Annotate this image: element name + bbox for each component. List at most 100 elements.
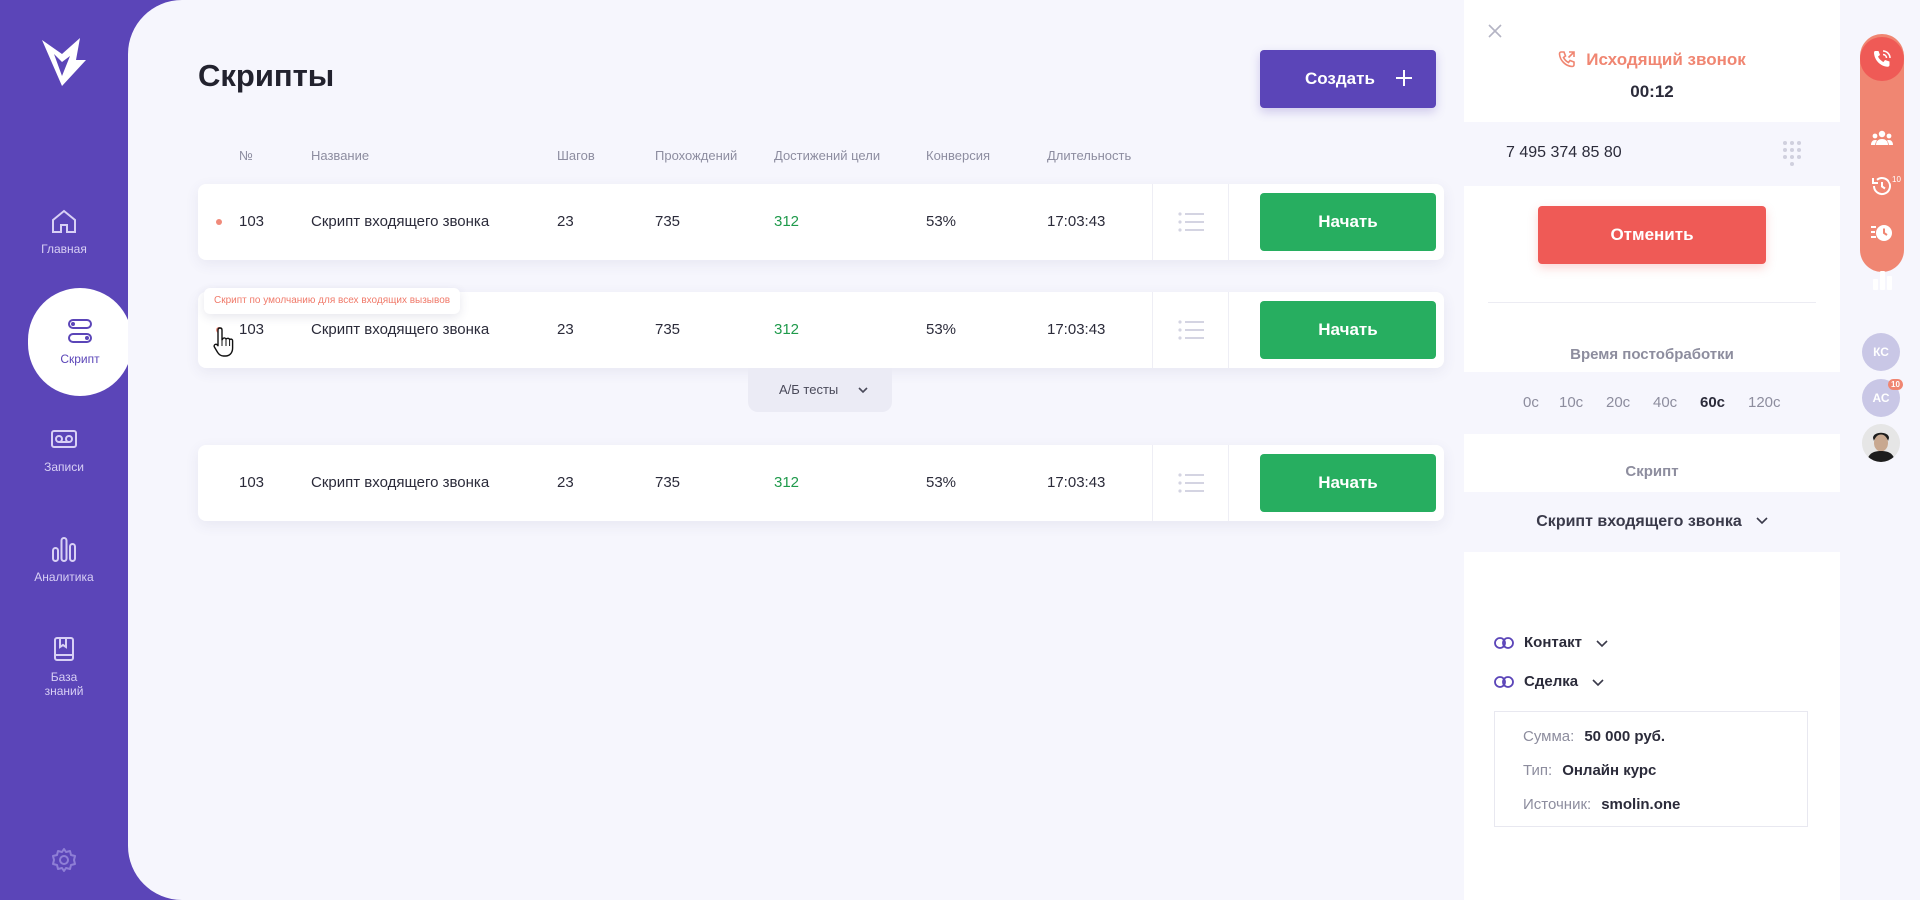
ab-tests-toggle[interactable]: А/Б тесты	[748, 368, 892, 412]
sidebar-item-label: Записи	[44, 460, 84, 474]
avatar-badge: 10	[1888, 379, 1903, 390]
timer-icon[interactable]	[1870, 220, 1894, 244]
column-header-name: Название	[311, 148, 370, 163]
list-menu-icon[interactable]	[1178, 211, 1204, 233]
chevron-down-icon	[1596, 639, 1608, 647]
fox-logo-icon[interactable]	[40, 36, 88, 88]
deal-type: Тип: Онлайн курс	[1523, 762, 1656, 779]
create-button[interactable]: Создать	[1260, 50, 1436, 108]
dialpad-icon[interactable]	[1782, 140, 1802, 168]
plus-icon	[1396, 70, 1412, 86]
deal-sum: Сумма: 50 000 руб.	[1523, 728, 1665, 745]
row-divider	[1228, 445, 1229, 521]
column-header-steps: Шагов	[557, 148, 595, 163]
row-name: Скрипт входящего звонка	[311, 474, 490, 491]
create-button-label: Создать	[1305, 69, 1375, 88]
postwork-option[interactable]: 120с	[1748, 394, 1781, 411]
sidebar-item-home[interactable]: Главная	[30, 206, 98, 256]
row-conversion: 53%	[926, 474, 957, 491]
deal-source: Источник: smolin.one	[1523, 796, 1680, 813]
start-button[interactable]: Начать	[1260, 454, 1436, 512]
postwork-options: 0с 10с 20с 40с 60с 120с	[1464, 372, 1840, 434]
script-select[interactable]: Скрипт входящего звонка	[1464, 492, 1840, 552]
script-title: Скрипт	[1625, 463, 1679, 480]
row-divider	[1152, 184, 1153, 260]
column-header-goals: Достижений цели	[774, 148, 881, 163]
deal-type-key: Тип:	[1523, 762, 1553, 779]
deal-type-value: Онлайн курс	[1562, 762, 1657, 779]
hand-cursor-icon	[213, 327, 234, 357]
row-steps: 23	[557, 213, 574, 230]
chevron-down-icon	[1592, 678, 1604, 686]
start-button[interactable]: Начать	[1260, 193, 1436, 251]
row-goals: 312	[774, 213, 800, 230]
deal-sum-value: 50 000 руб.	[1584, 728, 1666, 745]
sidebar-item-records[interactable]: Записи	[30, 424, 98, 474]
avatar[interactable]: КС	[1862, 333, 1900, 371]
default-script-dot[interactable]	[216, 219, 222, 225]
script-icon	[68, 319, 92, 343]
row-passes: 735	[655, 213, 681, 230]
row-divider	[1152, 445, 1153, 521]
postwork-option[interactable]: 40с	[1653, 394, 1677, 411]
call-title: Исходящий звонок	[1586, 50, 1746, 69]
row-goals: 312	[774, 474, 800, 491]
avatar-initials: АС	[1872, 391, 1890, 405]
row-goals: 312	[774, 321, 800, 338]
row-num: 103	[239, 474, 265, 491]
sidebar-item-script[interactable]: Скрипт	[28, 288, 132, 396]
avatar[interactable]: АС 10	[1862, 379, 1903, 417]
link-icon	[1494, 636, 1514, 649]
row-num: 103	[239, 213, 265, 230]
chevron-down-icon	[858, 387, 868, 394]
postwork-option-selected[interactable]: 60с	[1700, 394, 1725, 411]
page-title: Скрипты	[198, 58, 335, 93]
phone-row: 7 495 374 85 80	[1464, 122, 1840, 186]
outgoing-call-icon	[1558, 51, 1576, 68]
cancel-call-button[interactable]: Отменить	[1538, 206, 1766, 264]
column-header-passes: Прохождений	[655, 148, 738, 163]
gear-icon[interactable]	[50, 846, 78, 874]
list-menu-icon[interactable]	[1178, 472, 1204, 494]
avatar-photo[interactable]	[1862, 424, 1900, 462]
sidebar-item-label: Аналитика	[34, 570, 94, 584]
link-icon	[1494, 675, 1514, 688]
row-num: 103	[239, 321, 265, 338]
row-conversion: 53%	[926, 321, 957, 338]
postwork-option[interactable]: 0с	[1523, 394, 1539, 411]
users-icon[interactable]	[1870, 126, 1894, 150]
divider	[1488, 302, 1816, 303]
call-timer: 00:12	[1630, 82, 1674, 101]
row-divider	[1152, 292, 1153, 368]
contact-toggle[interactable]: Контакт	[1494, 634, 1608, 651]
column-header-conversion: Конверсия	[926, 148, 991, 163]
postwork-title: Время постобработки	[1570, 346, 1734, 363]
voicemail-icon	[51, 430, 77, 448]
chart-icon	[52, 537, 76, 562]
home-icon	[52, 209, 76, 233]
row-duration: 17:03:43	[1047, 213, 1106, 230]
row-name: Скрипт входящего звонка	[311, 213, 490, 230]
column-header-num: №	[239, 148, 253, 163]
sidebar-item-knowledge[interactable]: База знаний	[30, 634, 98, 698]
history-badge: 10	[1889, 174, 1904, 185]
postwork-option[interactable]: 10с	[1559, 394, 1583, 411]
sidebar-item-label: Главная	[41, 242, 87, 256]
stats-icon[interactable]	[1870, 268, 1894, 292]
active-call-button[interactable]	[1860, 37, 1904, 81]
row-divider	[1228, 184, 1229, 260]
phone-call-icon	[1874, 50, 1891, 67]
table-row[interactable]: 103 Скрипт входящего звонка 23 735 312 5…	[198, 445, 1444, 521]
sidebar-item-analytics[interactable]: Аналитика	[30, 534, 98, 584]
list-menu-icon[interactable]	[1178, 319, 1204, 341]
table-row[interactable]: 103 Скрипт входящего звонка 23 735 312 5…	[198, 184, 1444, 260]
close-icon[interactable]	[1488, 24, 1502, 38]
phone-number: 7 495 374 85 80	[1506, 144, 1622, 161]
row-passes: 735	[655, 321, 681, 338]
deal-toggle[interactable]: Сделка	[1494, 673, 1604, 690]
start-button[interactable]: Начать	[1260, 301, 1436, 359]
row-passes: 735	[655, 474, 681, 491]
row-duration: 17:03:43	[1047, 474, 1106, 491]
call-panel: Исходящий звонок 00:12 7 495 374 85 80 О…	[1464, 0, 1840, 900]
postwork-option[interactable]: 20с	[1606, 394, 1630, 411]
